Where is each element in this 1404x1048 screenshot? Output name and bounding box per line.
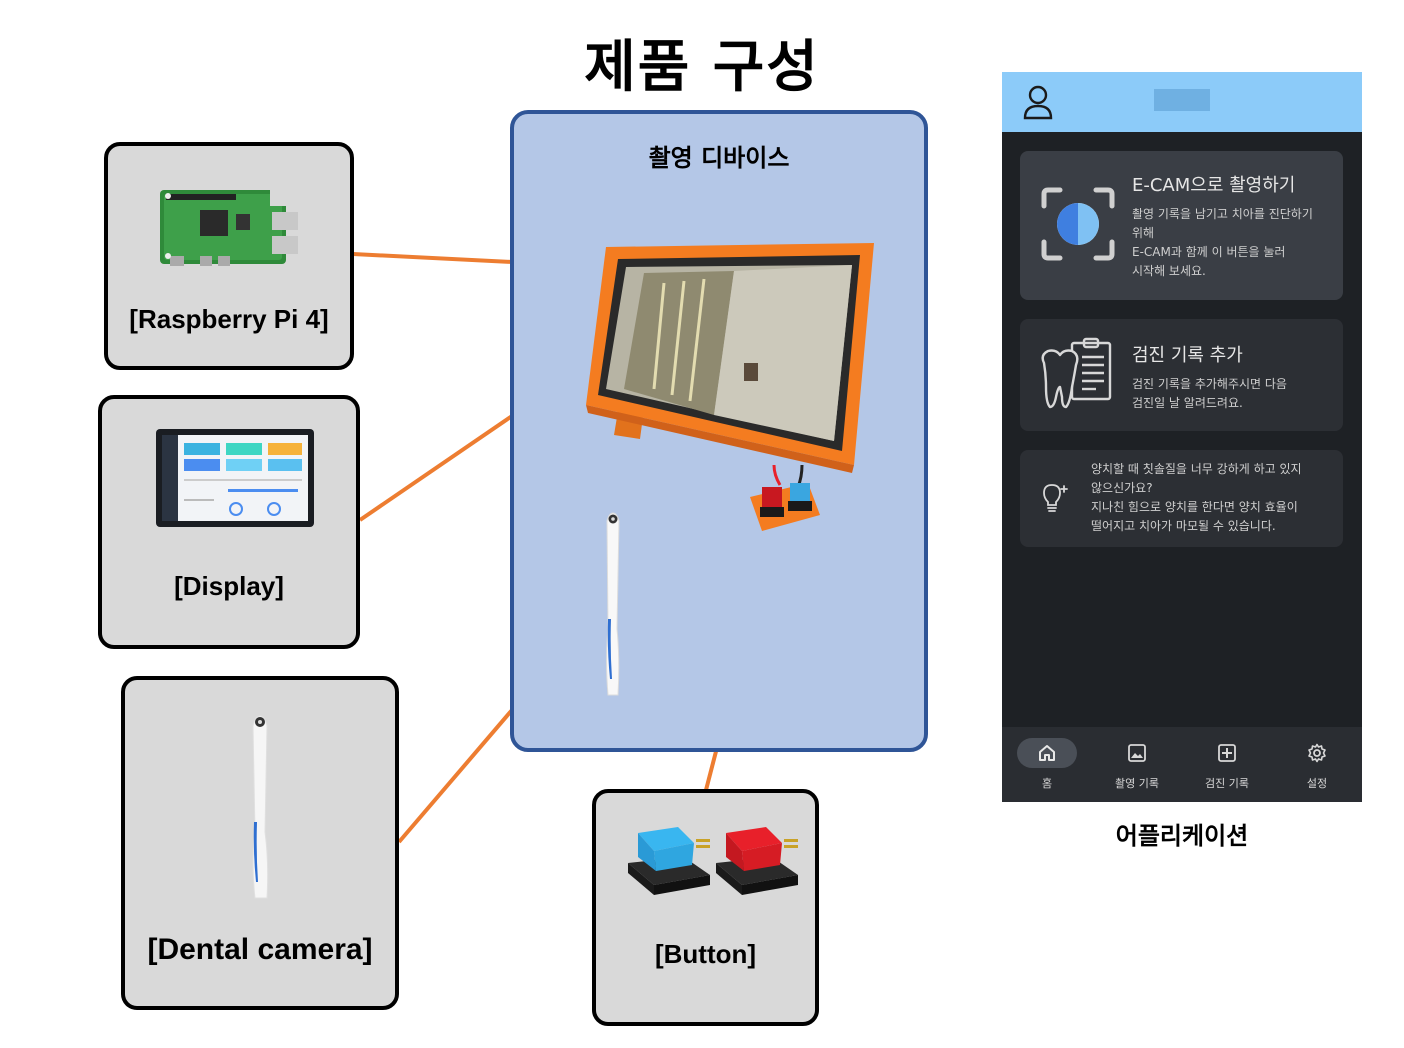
add-checkup-card-title: 검진 기록 추가 xyxy=(1132,345,1243,366)
display-box: [Display] xyxy=(98,395,360,649)
display-image xyxy=(156,429,314,527)
redacted-header-text xyxy=(1154,89,1210,111)
connector-raspberry xyxy=(352,252,513,264)
nav-label-home: 홈 xyxy=(1041,777,1053,790)
image-icon xyxy=(1128,744,1146,762)
user-icon[interactable] xyxy=(1022,84,1054,120)
scan-focus-icon xyxy=(1041,187,1115,261)
nav-item-checkup-records[interactable]: 검진 기록 xyxy=(1182,727,1272,802)
capture-device-image xyxy=(586,243,874,531)
display-label: [Display] xyxy=(174,571,284,601)
bottom-nav: 홈 촬영 기록 검진 기록 설정 xyxy=(1002,727,1362,802)
plus-box-icon xyxy=(1218,744,1236,762)
gear-icon xyxy=(1308,743,1326,763)
connector-camera xyxy=(397,708,514,844)
button-box: [Button] xyxy=(592,789,819,1026)
home-icon xyxy=(1039,745,1055,761)
nav-label-capture-records: 촬영 기록 xyxy=(1115,777,1159,790)
nav-item-home[interactable]: 홈 xyxy=(1002,727,1092,802)
connector-display xyxy=(358,414,514,522)
dental-camera-label: [Dental camera] xyxy=(147,933,373,966)
capture-device-title: 촬영 디바이스 xyxy=(648,144,790,172)
dental-camera-image xyxy=(252,715,269,899)
tooth-clipboard-icon xyxy=(1041,337,1112,409)
add-checkup-card[interactable]: 검진 기록 추가 검진 기록을 추가해주시면 다음 검진일 날 알려드려요. xyxy=(1020,319,1343,431)
add-checkup-card-body: 검진 기록을 추가해주시면 다음 검진일 날 알려드려요. xyxy=(1132,377,1287,410)
nav-item-settings[interactable]: 설정 xyxy=(1272,727,1362,802)
capture-card-body: 촬영 기록을 남기고 치아를 진단하기 위해 E-CAM과 함께 이 버튼을 눌… xyxy=(1132,207,1313,278)
raspberry-pi-board-image xyxy=(160,186,300,266)
tip-card: 양치할 때 칫솔질을 너무 강하게 하고 있지 않으신가요? 지나친 힘으로 양… xyxy=(1020,450,1343,547)
raspberry-pi-label: [Raspberry Pi 4] xyxy=(129,304,329,334)
app-header xyxy=(1002,72,1362,132)
nav-label-settings: 설정 xyxy=(1306,777,1328,790)
app-caption: 어플리케이션 xyxy=(1115,822,1249,850)
app-screenshot: E-CAM으로 촬영하기 촬영 기록을 남기고 치아를 진단하기 위해 E-CA… xyxy=(1002,72,1362,802)
tip-card-body: 양치할 때 칫솔질을 너무 강하게 하고 있지 않으신가요? 지나친 힘으로 양… xyxy=(1091,462,1302,533)
lightbulb-icon xyxy=(1043,484,1068,512)
nav-item-capture-records[interactable]: 촬영 기록 xyxy=(1092,727,1182,802)
button-modules-image xyxy=(628,827,798,895)
dental-camera-box: [Dental camera] xyxy=(121,676,399,1010)
capture-card[interactable]: E-CAM으로 촬영하기 촬영 기록을 남기고 치아를 진단하기 위해 E-CA… xyxy=(1020,151,1343,300)
capture-card-title: E-CAM으로 촬영하기 xyxy=(1132,175,1296,196)
capture-device-box: 촬영 디바이스 xyxy=(510,110,928,752)
device-dental-camera-image xyxy=(606,512,620,696)
raspberry-pi-box: [Raspberry Pi 4] xyxy=(104,142,354,370)
button-label: [Button] xyxy=(654,939,757,969)
nav-label-checkup-records: 검진 기록 xyxy=(1205,777,1249,790)
